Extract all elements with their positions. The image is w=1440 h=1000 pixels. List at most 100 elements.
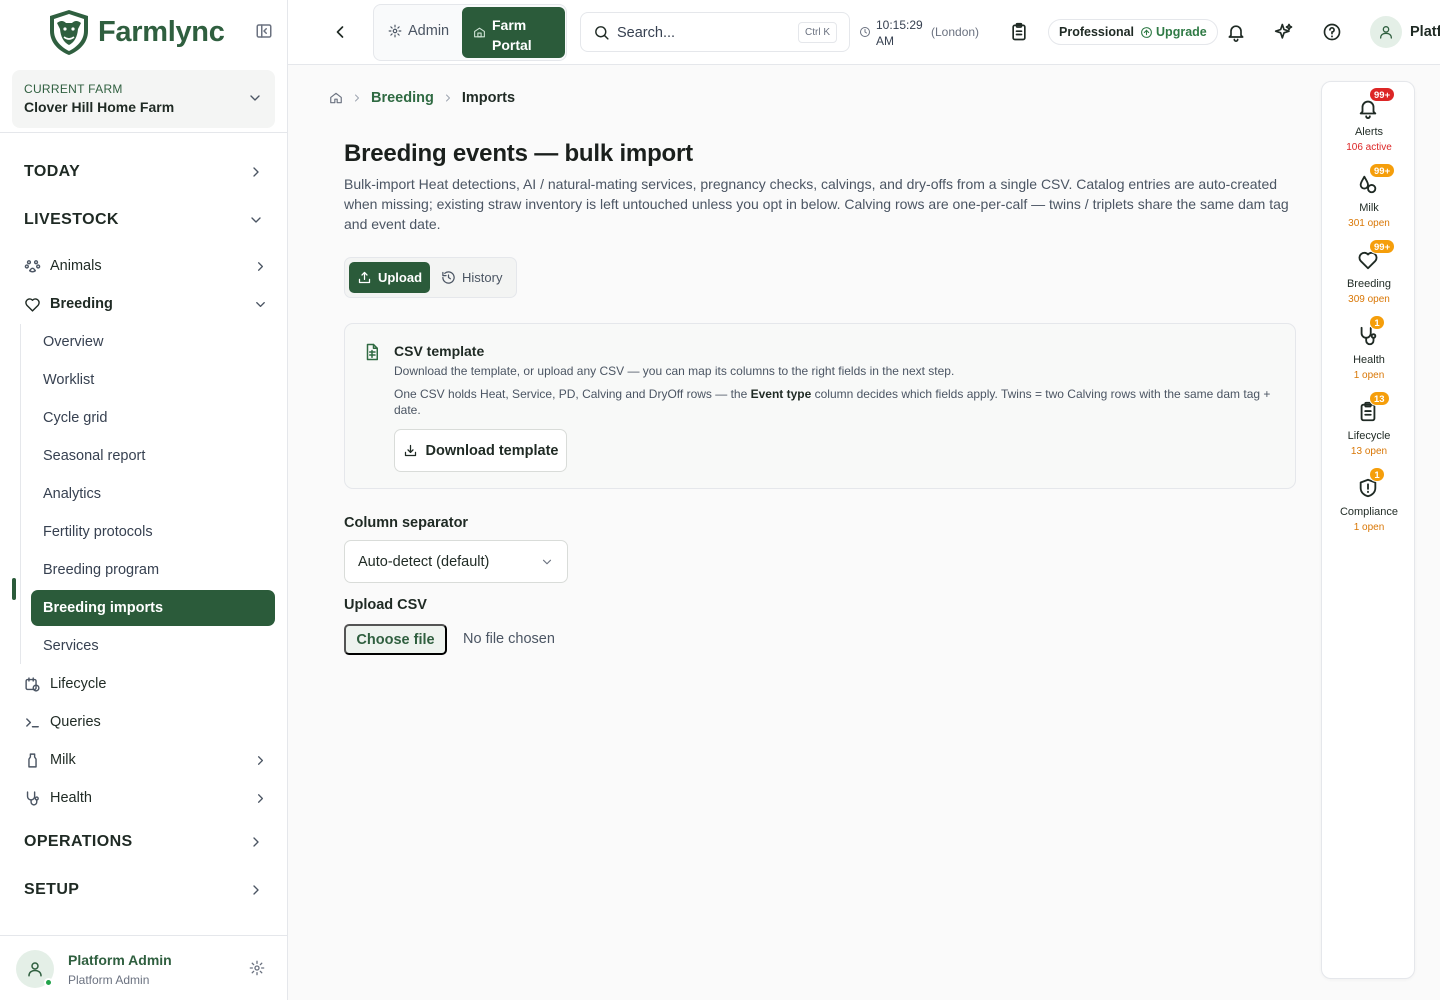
rail-label: Milk	[1359, 202, 1379, 214]
bell-icon[interactable]	[1226, 22, 1246, 42]
sidebar: Farmlync CURRENT FARM Clover Hill Home F…	[0, 0, 288, 1000]
user-profile[interactable]: Platform Admin Platform Admin	[0, 935, 287, 1000]
heart-icon	[25, 297, 40, 312]
rail-item-health[interactable]: 1 Health 1 open	[1322, 315, 1416, 381]
rail-item-lifecycle[interactable]: 13 Lifecycle 13 open	[1322, 391, 1416, 457]
search-input[interactable]: Search... Ctrl K	[580, 12, 850, 52]
rail-count: 1 open	[1353, 522, 1385, 533]
rail-item-alerts[interactable]: 99+ Alerts 106 active	[1322, 87, 1416, 153]
rail-item-breeding[interactable]: 99+ Breeding 309 open	[1322, 239, 1416, 305]
barn-icon	[474, 27, 485, 38]
separator-label: Column separator	[344, 515, 469, 531]
sparkles-icon[interactable]	[1274, 22, 1294, 42]
sidebar-item-worklist[interactable]: Worklist	[43, 368, 94, 392]
nav-section-operations[interactable]: OPERATIONS	[24, 830, 264, 854]
download-icon	[404, 444, 416, 457]
chevron-down-icon	[248, 212, 264, 228]
rail-item-compliance[interactable]: 1 Compliance 1 open	[1322, 467, 1416, 533]
nav-item-animals[interactable]: Animals	[24, 253, 272, 279]
nav-item-label: Breeding	[50, 296, 113, 312]
clock-icon	[859, 26, 871, 38]
nav-item-health[interactable]: Health	[24, 785, 272, 811]
stethoscope-icon: 1	[1357, 315, 1385, 349]
breadcrumb-breeding[interactable]: Breeding	[371, 90, 434, 106]
admin-portal-tab[interactable]: Admin	[388, 23, 449, 39]
clipboard-list-icon: 13	[1357, 391, 1390, 425]
nav-item-queries[interactable]: Queries	[24, 709, 272, 735]
farm-portal-tab[interactable]: Farm Portal	[462, 7, 565, 58]
breadcrumb: Breeding Imports	[329, 90, 515, 106]
tab-history[interactable]: History	[441, 262, 502, 293]
sidebar-item-breeding-imports[interactable]: Breeding imports	[31, 590, 275, 626]
bell-icon: 99+	[1357, 87, 1396, 121]
rail-badge: 1	[1369, 467, 1385, 482]
top-user-name[interactable]: Platf	[1410, 24, 1440, 40]
nav-item-lifecycle[interactable]: Lifecycle	[24, 671, 272, 697]
back-icon[interactable]	[330, 22, 350, 42]
gear-icon[interactable]	[249, 960, 265, 976]
upload-icon	[358, 271, 371, 284]
plan-badge[interactable]: Professional Upgrade	[1048, 19, 1218, 45]
rail-badge: 1	[1369, 315, 1385, 330]
rail-item-milk[interactable]: 99+ Milk 301 open	[1322, 163, 1416, 229]
rail-label: Health	[1353, 354, 1385, 366]
chevron-down-icon	[542, 559, 552, 565]
nav-section-setup[interactable]: SETUP	[24, 878, 264, 902]
sidebar-item-fertility-protocols[interactable]: Fertility protocols	[43, 520, 153, 544]
cow-shield-icon	[50, 10, 88, 55]
avatar[interactable]	[1370, 16, 1402, 48]
note-text: One CSV holds Heat, Service, PD, Calving…	[394, 387, 751, 401]
rail-label: Alerts	[1354, 126, 1384, 138]
spreadsheet-file-icon	[363, 343, 381, 361]
rail-count: 106 active	[1346, 142, 1392, 153]
terminal-icon	[26, 717, 39, 727]
rail-count: 1 open	[1353, 370, 1385, 381]
user-name: Platform Admin	[68, 952, 172, 968]
nav-item-milk[interactable]: Milk	[24, 747, 272, 773]
farm-name: Clover Hill Home Farm	[24, 99, 175, 115]
brand-logo[interactable]: Farmlync	[44, 7, 225, 57]
csv-template-title: CSV template	[394, 343, 485, 359]
tab-upload[interactable]: Upload	[349, 262, 430, 293]
upload-csv-label: Upload CSV	[344, 597, 427, 613]
online-status-dot	[44, 978, 53, 987]
sidebar-item-analytics[interactable]: Analytics	[43, 482, 101, 506]
rail-count: 309 open	[1348, 294, 1390, 305]
sidebar-item-services[interactable]: Services	[43, 634, 99, 658]
rail-count: 13 open	[1350, 446, 1388, 457]
shield-alert-icon: 1	[1357, 467, 1385, 501]
status-rail: 99+ Alerts 106 active 99+ Milk 301 open …	[1321, 81, 1415, 979]
help-icon[interactable]	[1322, 22, 1342, 42]
user-icon	[28, 962, 42, 977]
farm-selector[interactable]: CURRENT FARM Clover Hill Home Farm	[12, 70, 275, 128]
home-icon[interactable]	[329, 91, 343, 105]
sidebar-item-seasonal-report[interactable]: Seasonal report	[43, 444, 145, 468]
page-description: Bulk-import Heat detections, AI / natura…	[344, 176, 1289, 232]
sidebar-item-overview[interactable]: Overview	[43, 330, 103, 354]
nav-section-today[interactable]: TODAY	[24, 160, 264, 184]
view-tabs: Upload History	[344, 257, 517, 298]
chevron-right-icon	[253, 753, 268, 768]
sidebar-item-cycle-grid[interactable]: Cycle grid	[43, 406, 107, 430]
csv-template-note: One CSV holds Heat, Service, PD, Calving…	[394, 386, 1274, 418]
nav-item-label: Lifecycle	[50, 676, 107, 692]
nav-item-label: Queries	[50, 714, 101, 730]
portal-switcher: Admin Farm Portal	[373, 4, 567, 61]
download-template-button[interactable]: Download template	[394, 429, 567, 472]
chevron-right-icon	[248, 882, 264, 898]
calendar-clock-icon	[25, 676, 40, 692]
csv-template-help: Download the template, or upload any CSV…	[394, 364, 955, 378]
nav-section-livestock[interactable]: LIVESTOCK	[24, 208, 264, 232]
nav-item-breeding[interactable]: Breeding	[24, 291, 272, 317]
collapse-sidebar-icon[interactable]	[255, 22, 273, 40]
rail-badge: 13	[1369, 391, 1390, 406]
clipboard-icon[interactable]	[1009, 22, 1029, 42]
choose-file-button[interactable]: Choose file	[344, 624, 447, 655]
separator-select[interactable]: Auto-detect (default)	[344, 540, 568, 583]
milk-bottle-icon	[28, 752, 37, 768]
chevron-right-icon	[248, 164, 264, 180]
nav-item-label: Health	[50, 790, 92, 806]
sidebar-item-breeding-program[interactable]: Breeding program	[43, 558, 159, 582]
upgrade-link[interactable]: Upgrade	[1140, 25, 1207, 39]
avatar	[16, 950, 54, 988]
